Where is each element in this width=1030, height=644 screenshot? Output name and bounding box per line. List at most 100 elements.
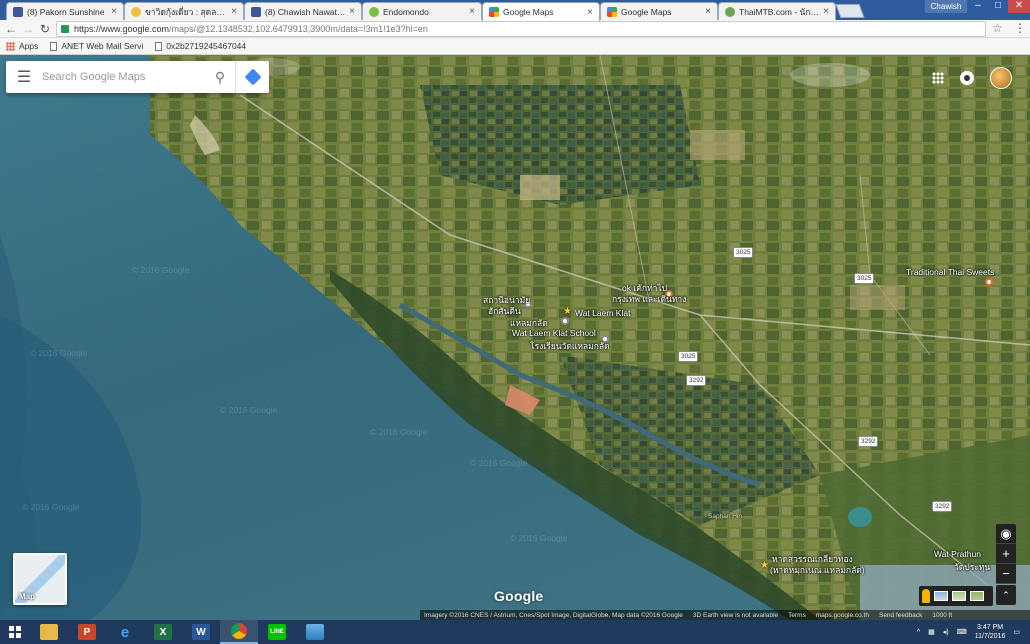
map-search-box: ☰ ⚲ [6,61,269,93]
profile-chip[interactable]: Chawish [925,0,967,13]
reload-button[interactable]: ↻ [37,21,53,37]
google-apps-icon[interactable] [932,72,944,84]
url-path: /maps/@12.1348532,102.6479913,3900m/data… [169,24,428,34]
back-button[interactable]: ← [3,21,19,37]
thaimtb-icon [725,6,735,17]
bookmark-anet[interactable]: ANET Web Mail Servi [50,41,143,51]
road-shield: 3025 [678,351,699,362]
place-wat-prathun[interactable]: Wat Prathun [934,549,981,559]
menu-icon[interactable]: ☰ [6,67,42,87]
directions-button[interactable] [235,61,269,93]
close-icon[interactable]: × [469,6,475,17]
watermark: © 2016 Google [132,265,190,275]
my-location-button[interactable]: ◉ [996,524,1016,544]
bookmark-label: ANET Web Mail Servi [61,41,144,51]
terms-link[interactable]: Terms [788,612,806,619]
close-window-button[interactable]: ✕ [1008,0,1030,13]
close-icon[interactable]: × [823,6,829,17]
browser-toolbar: ← → ↻ https://www.google.com /maps/@12.1… [0,20,1030,38]
domain-link[interactable]: maps.google.co.th [816,612,869,619]
imagery-credit: Imagery ©2016 CNES / Astrium, Cnes/Spot … [424,611,683,619]
taskbar-powerpoint[interactable]: P [68,620,106,644]
maximize-button[interactable]: □ [988,0,1008,13]
powerpoint-icon: P [78,624,96,640]
taskbar-excel[interactable]: X [144,620,182,644]
place-pin-icon[interactable] [985,278,993,286]
scale-bar[interactable]: 1000 ft [932,612,952,619]
bookmark-label: Apps [19,41,39,51]
place-pin-icon[interactable] [561,317,569,325]
tab-thai-article[interactable]: ขาวิดกุ้งเดี่ยว : สุดลงลึกมูน × [124,2,244,20]
tab-endomondo[interactable]: Endomondo × [362,2,482,20]
map-type-toggle[interactable]: Map [13,553,67,605]
close-icon[interactable]: × [349,6,355,17]
satellite-map[interactable]: © 2016 Google © 2016 Google © 2016 Googl… [0,55,1030,620]
imagery-thumbnail[interactable] [970,591,984,601]
chevron-up-icon[interactable]: ^ [917,629,920,636]
close-icon[interactable]: × [587,7,593,18]
tab-pakorn[interactable]: (8) Pakorn Sunshine × [6,2,124,20]
browser-tab-strip: (8) Pakorn Sunshine × ขาวิดกุ้งเดี่ยว : … [0,0,1030,21]
line-icon: LINE [268,624,286,640]
notifications-icon[interactable] [960,71,974,85]
bookmark-star-icon[interactable]: ☆ [992,21,1003,35]
folder-icon [40,624,58,640]
google-maps-icon [607,6,617,17]
watermark: © 2016 Google [510,533,568,543]
place-wat-prathun-thai: วัดประทุน [954,562,991,572]
expand-icon[interactable]: ⌃ [996,585,1016,605]
close-icon[interactable]: × [111,6,117,17]
bookmarks-bar: Apps ANET Web Mail Servi 0x2b27192454670… [0,38,1030,55]
tab-google-maps[interactable]: Google Maps × [600,2,718,20]
bookmark-apps[interactable]: Apps [6,41,38,51]
start-button[interactable] [0,620,30,644]
minimize-button[interactable]: – [968,0,988,13]
keyboard-icon[interactable]: ⌨ [957,628,967,636]
tab-thaimtb[interactable]: ThaiMTB.com - นักขาน × [718,2,836,20]
document-icon [155,41,163,51]
close-icon[interactable]: × [231,6,237,17]
tab-google-maps-active[interactable]: Google Maps × [482,2,600,21]
bookmark-hex[interactable]: 0x2b2719245467044 [155,41,246,51]
taskbar-line[interactable]: LINE [258,620,296,644]
close-icon[interactable]: × [705,6,711,17]
road-shield: 3292 [686,375,707,386]
beach-star-icon[interactable]: ★ [760,560,769,571]
search-input[interactable] [42,71,205,83]
road-shield: 3292 [858,436,879,447]
send-feedback-link[interactable]: Send feedback [879,612,922,619]
zoom-out-button[interactable]: − [996,564,1016,584]
watermark: © 2016 Google [22,502,80,512]
place-traditional-thai-sweets[interactable]: Traditional Thai Sweets [906,267,994,277]
pegman-icon[interactable] [922,589,930,603]
volume-icon[interactable]: ◂) [943,628,949,636]
place-school-thai: โรงเรียนวัดแหลมกลัด [530,341,610,351]
search-icon[interactable]: ⚲ [205,69,235,86]
avatar[interactable] [990,67,1012,89]
watermark: © 2016 Google [370,427,428,437]
taskbar-file-explorer[interactable] [30,620,68,644]
taskbar-internet-explorer[interactable]: e [106,620,144,644]
attribution-bar: Imagery ©2016 CNES / Astrium, Cnes/Spot … [420,610,1030,620]
imagery-thumbnail[interactable] [952,591,966,601]
notification-center-icon[interactable]: ▭ [1013,628,1020,636]
imagery-thumbnail[interactable] [934,591,948,601]
forward-button[interactable]: → [20,21,36,37]
tab-label: Endomondo [383,6,429,17]
clock[interactable]: 3:47 PM 11/7/2016 [975,623,1006,641]
address-bar[interactable]: https://www.google.com /maps/@12.1348532… [56,21,986,37]
new-tab-button[interactable] [835,4,865,18]
browser-menu-icon[interactable]: ⋮ [1014,21,1026,35]
temple-star-icon[interactable]: ★ [563,306,572,317]
zoom-in-button[interactable]: + [996,544,1016,564]
tab-label: ขาวิดกุ้งเดี่ยว : สุดลงลึกมูน [145,6,228,17]
photos-icon [306,624,324,640]
taskbar-photos[interactable] [296,620,334,644]
place-wat-laem-klat-school[interactable]: Wat Laem Klat School [512,328,596,338]
taskbar-chrome[interactable] [220,620,258,644]
place-wat-laem-klat[interactable]: Wat Laem Klat [575,308,630,318]
taskbar-word[interactable]: W [182,620,220,644]
google-logo: Google [494,588,544,604]
network-icon[interactable]: ▦ [928,628,935,636]
tab-chawish[interactable]: (8) Chawish Nawattranai × [244,2,362,20]
